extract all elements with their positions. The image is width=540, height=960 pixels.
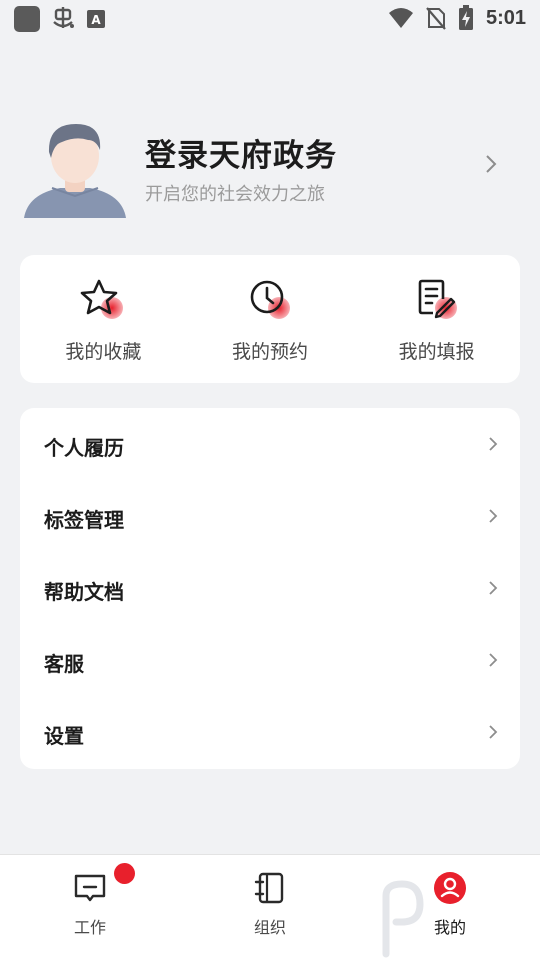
chevron-right-icon: [489, 437, 498, 451]
quick-actions-card: 我的收藏 我的预约 我的填报: [20, 255, 520, 383]
menu-item-resume[interactable]: 个人履历: [20, 408, 520, 480]
form-edit-icon: [418, 279, 457, 319]
menu-item-label: 帮助文档: [44, 582, 124, 604]
quick-action-label: 我的预约: [232, 342, 309, 363]
status-bar-right: 5:01: [388, 5, 526, 31]
menu-item-label: 客服: [44, 654, 84, 676]
svg-text:A: A: [91, 13, 101, 27]
menu-item-settings[interactable]: 设置: [20, 696, 520, 768]
notebook-icon: [254, 872, 284, 904]
clock-icon: [250, 280, 290, 319]
menu-item-label: 标签管理: [44, 510, 124, 532]
keyboard-a-icon: A: [87, 10, 105, 28]
chevron-right-icon: [489, 653, 498, 667]
login-title: 登录天府政务: [145, 138, 337, 173]
tab-work[interactable]: 工作: [0, 855, 180, 960]
quick-action-label: 我的填报: [398, 342, 475, 363]
quick-action-appointments[interactable]: 我的预约: [187, 255, 354, 383]
menu-list-card: 个人履历 标签管理 帮助文档 客服 设置: [20, 408, 520, 769]
app-square-icon: [14, 6, 40, 32]
menu-item-customer-service[interactable]: 客服: [20, 624, 520, 696]
login-subtitle: 开启您的社会效力之旅: [145, 184, 325, 204]
quick-action-label: 我的收藏: [65, 342, 142, 363]
tab-organization[interactable]: 组织: [180, 855, 360, 960]
no-sim-icon: [426, 7, 446, 30]
wifi-icon: [388, 8, 413, 28]
chevron-right-icon: [486, 155, 497, 173]
tab-label: 工作: [73, 920, 106, 937]
avatar: [24, 124, 126, 218]
tab-label: 组织: [253, 920, 286, 937]
clock-time: 5:01: [485, 6, 526, 29]
chevron-right-icon: [489, 725, 498, 739]
menu-item-label: 个人履历: [44, 438, 124, 460]
quick-action-submissions[interactable]: 我的填报: [353, 255, 520, 383]
battery-charging-icon: [458, 5, 473, 30]
menu-item-tag-management[interactable]: 标签管理: [20, 480, 520, 552]
menu-item-help-docs[interactable]: 帮助文档: [20, 552, 520, 624]
chevron-right-icon: [489, 509, 498, 523]
watermark-p-icon: [382, 880, 424, 958]
bug-icon: [53, 7, 74, 28]
watermark-logo: [372, 876, 540, 960]
message-screen-icon: [74, 874, 106, 902]
star-icon: [81, 279, 124, 319]
quick-action-favorites[interactable]: 我的收藏: [20, 255, 187, 383]
login-profile-header[interactable]: 登录天府政务 开启您的社会效力之旅: [20, 110, 520, 220]
chevron-right-icon: [489, 581, 498, 595]
menu-item-label: 设置: [44, 726, 84, 748]
status-bar: A 5:01: [0, 0, 540, 38]
notification-badge-dot: [114, 863, 135, 884]
status-bar-left: A: [14, 6, 106, 32]
